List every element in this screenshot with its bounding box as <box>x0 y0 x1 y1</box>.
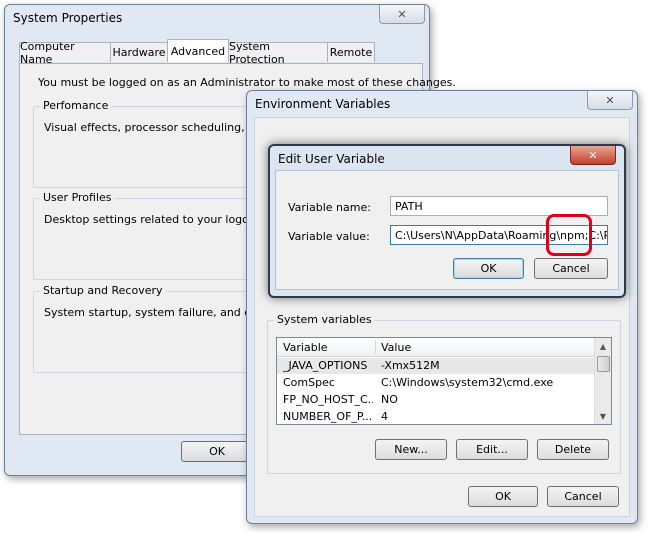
new-variable-button[interactable]: New... <box>375 439 447 460</box>
delete-variable-button[interactable]: Delete <box>537 439 609 460</box>
variable-value-label: Variable value: <box>288 230 370 243</box>
close-icon: ✕ <box>605 93 615 107</box>
system-properties-ok-button[interactable]: OK <box>181 441 253 462</box>
environment-variables-close-button[interactable]: ✕ <box>587 91 633 110</box>
row-variable: FP_NO_HOST_C... <box>283 393 373 406</box>
tab-advanced[interactable]: Advanced <box>167 39 229 62</box>
tab-strip: Computer Name Hardware Advanced System P… <box>19 39 379 66</box>
close-icon: ✕ <box>397 7 407 21</box>
column-divider[interactable] <box>375 340 376 354</box>
environment-variables-ok-button[interactable]: OK <box>468 486 538 507</box>
column-header-value[interactable]: Value <box>381 341 411 354</box>
user-profiles-description: Desktop settings related to your logon <box>44 213 256 226</box>
annotation-highlight-box <box>546 214 592 256</box>
system-properties-close-button[interactable]: ✕ <box>379 5 425 24</box>
scroll-down-arrow-icon[interactable]: ▼ <box>595 408 611 424</box>
row-value: 4 <box>381 410 388 423</box>
system-variables-list[interactable]: Variable Value _JAVA_OPTIONS -Xmx512M Co… <box>276 337 612 425</box>
list-header: Variable Value <box>277 338 595 357</box>
row-value: -Xmx512M <box>381 359 440 372</box>
edit-user-variable-title: Edit User Variable <box>278 152 385 166</box>
list-scrollbar[interactable]: ▲ ▼ <box>594 338 611 424</box>
tab-hardware[interactable]: Hardware <box>110 42 168 62</box>
table-row[interactable]: _JAVA_OPTIONS -Xmx512M <box>277 358 595 374</box>
close-icon: ✕ <box>588 148 598 162</box>
environment-variables-title: Environment Variables <box>255 97 391 111</box>
row-variable: NUMBER_OF_P... <box>283 410 373 423</box>
row-variable: _JAVA_OPTIONS <box>283 359 368 372</box>
column-header-variable[interactable]: Variable <box>283 341 328 354</box>
variable-name-label: Variable name: <box>288 201 371 214</box>
user-profiles-label: User Profiles <box>40 191 115 204</box>
scroll-up-arrow-icon[interactable]: ▲ <box>595 338 611 354</box>
tab-remote[interactable]: Remote <box>327 42 375 62</box>
tab-computer-name[interactable]: Computer Name <box>19 40 111 66</box>
startup-recovery-label: Startup and Recovery <box>40 284 166 297</box>
edit-variable-button[interactable]: Edit... <box>456 439 528 460</box>
table-row[interactable]: FP_NO_HOST_C... NO <box>277 392 595 408</box>
variable-name-field[interactable]: PATH <box>390 196 608 216</box>
row-value: C:\Windows\system32\cmd.exe <box>381 376 554 389</box>
system-variables-group: System variables Variable Value _JAVA_OP… <box>267 313 621 474</box>
row-value: NO <box>381 393 398 406</box>
edit-user-variable-cancel-button[interactable]: Cancel <box>534 258 608 279</box>
edit-user-variable-close-button[interactable]: ✕ <box>570 146 616 165</box>
edit-user-variable-ok-button[interactable]: OK <box>453 258 524 279</box>
scroll-thumb[interactable] <box>597 356 610 372</box>
performance-label: Perfomance <box>40 99 112 112</box>
environment-variables-cancel-button[interactable]: Cancel <box>547 486 619 507</box>
row-variable: ComSpec <box>283 376 335 389</box>
system-variables-label: System variables <box>274 313 375 326</box>
admin-notice: You must be logged on as an Administrato… <box>38 76 456 89</box>
table-row[interactable]: NUMBER_OF_P... 4 <box>277 409 595 424</box>
table-row[interactable]: ComSpec C:\Windows\system32\cmd.exe <box>277 375 595 391</box>
system-properties-title: System Properties <box>13 11 123 25</box>
tab-system-protection[interactable]: System Protection <box>228 40 328 66</box>
